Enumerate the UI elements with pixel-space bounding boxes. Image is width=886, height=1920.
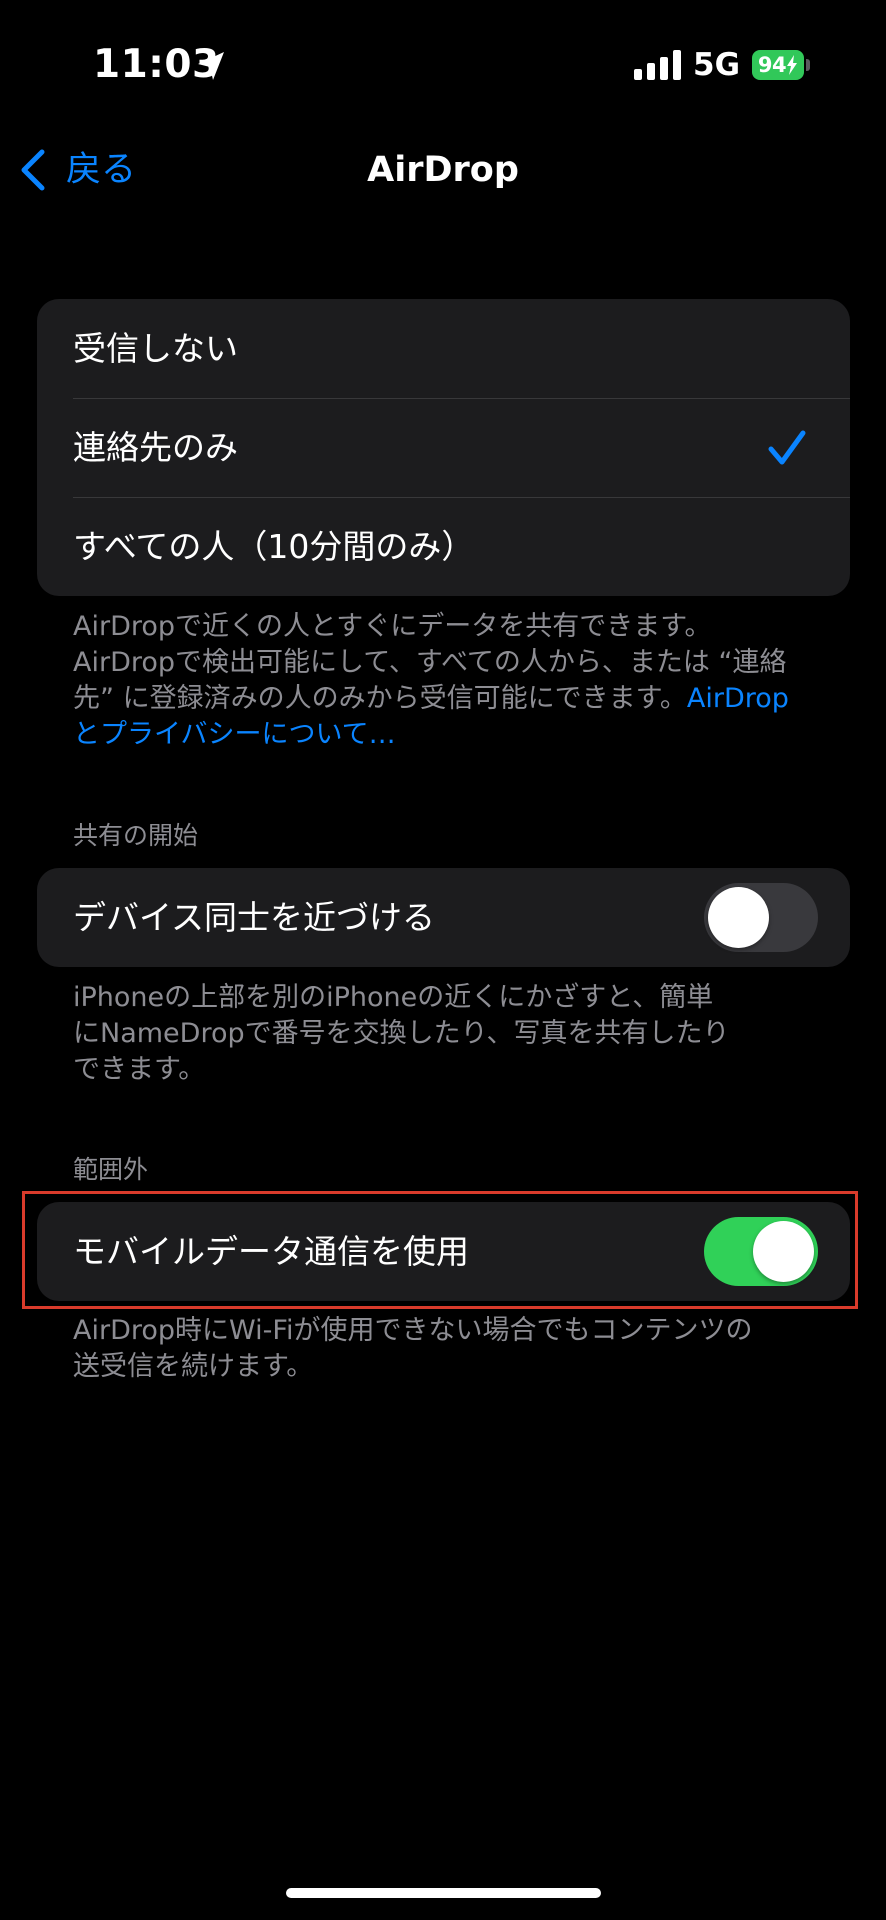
bring-devices-together-row: デバイス同士を近づける <box>37 868 850 967</box>
receiving-footer-line: AirDropで近くの人とすぐにデータを共有できます。 <box>73 611 712 642</box>
receiving-footer-line: AirDropで検出可能にして、すべての人から、または “連絡 <box>73 647 787 678</box>
receiving-footer: AirDropで近くの人とすぐにデータを共有できます。 AirDropで検出可能… <box>73 609 813 753</box>
back-label: 戻る <box>66 150 137 190</box>
battery-icon: 94 <box>752 50 810 80</box>
checkmark-icon <box>768 430 806 465</box>
out-of-range-footer-line: 送受信を続けます。 <box>73 1351 314 1382</box>
out-of-range-group: モバイルデータ通信を使用 <box>37 1202 850 1301</box>
status-bar: 11:03 5G 94 <box>0 0 886 130</box>
option-label: すべての人（10分間のみ） <box>73 526 475 566</box>
option-label: 受信しない <box>73 328 238 368</box>
battery-body: 94 <box>752 50 804 80</box>
battery-level: 94 <box>757 53 787 77</box>
start-sharing-footer-line: iPhoneの上部を別のiPhoneの近くにかざすと、簡単 <box>73 982 714 1013</box>
start-sharing-footer: iPhoneの上部を別のiPhoneの近くにかざすと、簡単 にNameDropで… <box>73 980 813 1088</box>
bring-devices-label: デバイス同士を近づける <box>73 897 436 937</box>
network-type-label: 5G <box>693 47 741 83</box>
location-arrow-icon <box>198 52 224 80</box>
option-label: 連絡先のみ <box>73 427 238 467</box>
home-indicator[interactable] <box>286 1888 601 1898</box>
receiving-options-group: 受信しない 連絡先のみ すべての人（10分間のみ） <box>37 299 850 596</box>
start-sharing-group: デバイス同士を近づける <box>37 868 850 967</box>
option-contacts-only[interactable]: 連絡先のみ <box>37 398 850 497</box>
cellular-data-toggle[interactable] <box>704 1217 818 1286</box>
charging-bolt-icon <box>787 55 798 75</box>
receiving-footer-line: とプライバシーについて… <box>73 717 813 753</box>
use-cellular-data-row: モバイルデータ通信を使用 <box>37 1202 850 1301</box>
privacy-link[interactable]: AirDrop <box>687 683 789 714</box>
privacy-link-continued[interactable]: とプライバシーについて… <box>73 719 396 750</box>
receiving-footer-line: 先” に登録済みの人のみから受信可能にできます。AirDrop <box>73 681 813 717</box>
toggle-knob <box>708 887 769 948</box>
option-everyone-10-min[interactable]: すべての人（10分間のみ） <box>37 497 850 596</box>
back-button[interactable]: 戻る <box>18 146 136 194</box>
section-header-out-of-range: 範囲外 <box>73 1155 149 1184</box>
section-header-start-sharing: 共有の開始 <box>73 821 199 850</box>
start-sharing-footer-line: できます。 <box>73 1054 206 1085</box>
battery-cap <box>806 59 810 71</box>
bring-devices-toggle[interactable] <box>704 883 818 952</box>
toggle-knob <box>753 1221 814 1282</box>
receiving-footer-text: 先” に登録済みの人のみから受信可能にできます。 <box>73 683 687 714</box>
option-receiving-off[interactable]: 受信しない <box>37 299 850 398</box>
out-of-range-footer: AirDrop時にWi-Fiが使用できない場合でもコンテンツの 送受信を続けます… <box>73 1313 813 1385</box>
cellular-signal-icon <box>634 50 681 80</box>
start-sharing-footer-line: にNameDropで番号を交換したり、写真を共有したり <box>73 1018 730 1049</box>
cellular-data-label: モバイルデータ通信を使用 <box>73 1231 469 1271</box>
out-of-range-footer-line: AirDrop時にWi-Fiが使用できない場合でもコンテンツの <box>73 1315 753 1346</box>
chevron-left-icon <box>21 149 45 191</box>
